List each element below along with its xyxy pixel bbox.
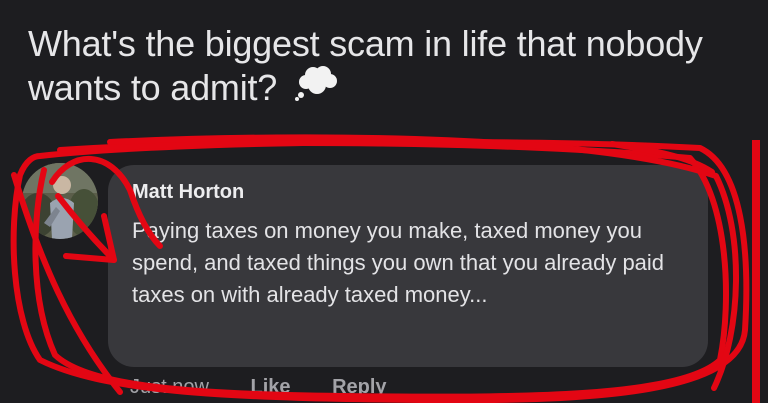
comment-text: Paying taxes on money you make, taxed mo… <box>132 218 665 307</box>
thought-bubble-icon <box>294 63 341 111</box>
post-question-text: What's the biggest scam in life that nob… <box>28 23 703 108</box>
comment-author[interactable]: Matt Horton <box>132 181 244 204</box>
comment-actions: Just now Like Reply <box>130 376 423 399</box>
comment-bubble: Matt Horton Paying taxes on money you ma… <box>108 165 708 367</box>
avatar[interactable] <box>22 163 98 239</box>
post-question: What's the biggest scam in life that nob… <box>28 22 728 111</box>
reply-button[interactable]: Reply <box>332 376 386 398</box>
comment-timestamp: Just now <box>130 376 209 398</box>
red-edge-bar <box>752 140 760 403</box>
screenshot-frame: What's the biggest scam in life that nob… <box>0 0 768 403</box>
like-button[interactable]: Like <box>251 376 291 398</box>
